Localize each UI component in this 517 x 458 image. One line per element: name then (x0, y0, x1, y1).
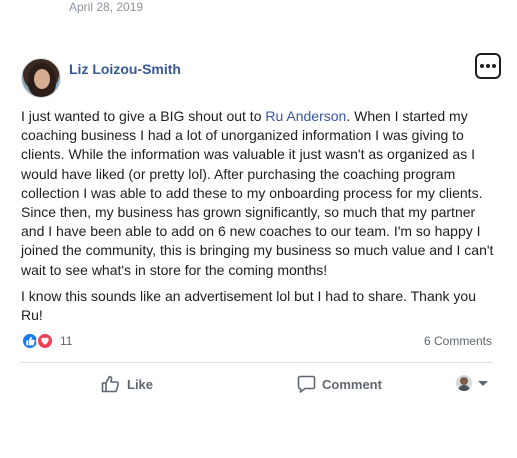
like-button[interactable]: Like (101, 375, 153, 393)
post-paragraph-2: I know this sounds like an advertisement… (21, 287, 476, 324)
author-avatar[interactable] (21, 58, 61, 98)
comment-button[interactable]: Comment (297, 375, 382, 393)
mention-link[interactable]: Ru Anderson (265, 108, 346, 124)
thumbs-up-icon (101, 375, 120, 393)
more-options-button[interactable] (475, 53, 501, 79)
comment-label: Comment (322, 376, 382, 392)
chevron-down-icon (478, 380, 488, 386)
comments-count-link[interactable]: 6 Comments (424, 334, 492, 348)
love-reaction-icon (36, 332, 54, 350)
reactions-summary[interactable]: 11 (21, 332, 72, 350)
post-paragraph-1: I just wanted to give a BIG shout out to… (21, 108, 494, 278)
comment-icon (297, 375, 316, 393)
user-avatar (456, 375, 472, 391)
post-card: April 28, 2019 Liz Loizou-Smith I just w… (0, 0, 517, 458)
divider (21, 362, 493, 363)
post-as-selector[interactable] (456, 375, 488, 391)
author-name[interactable]: Liz Loizou-Smith (69, 61, 181, 77)
like-label: Like (127, 376, 154, 392)
more-dots-icon (480, 64, 484, 68)
reaction-count: 11 (60, 334, 73, 348)
post-body: I just wanted to give a BIG shout out to… (21, 107, 496, 332)
post-date[interactable]: April 28, 2019 (69, 0, 143, 14)
